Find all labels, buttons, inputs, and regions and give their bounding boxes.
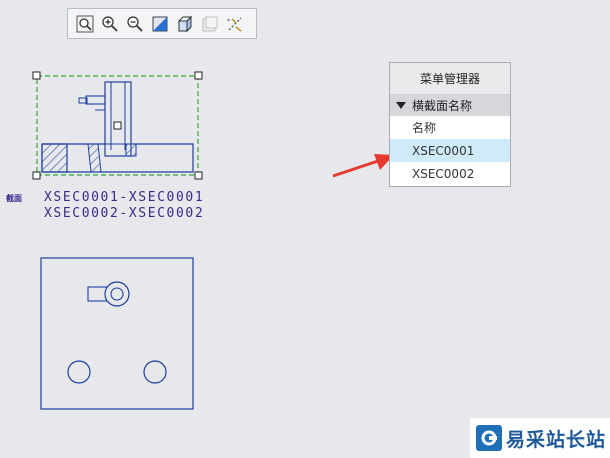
section-view[interactable] (32, 71, 203, 180)
menu-item-xsec0001[interactable]: XSEC0001 (390, 139, 510, 162)
annotation-arrow (332, 154, 394, 178)
resize-handle[interactable] (194, 71, 203, 80)
menu-group-header[interactable]: 横截面名称 (390, 95, 510, 116)
menu-item-name[interactable]: 名称 (390, 116, 510, 139)
move-handle[interactable] (113, 121, 122, 130)
watermark-text: 易采站长站 (506, 428, 607, 451)
menu-title: 菜单管理器 (390, 63, 510, 95)
resize-handle[interactable] (32, 71, 41, 80)
watermark-logo-icon (476, 425, 502, 451)
menu-item-xsec0002[interactable]: XSEC0002 (390, 162, 510, 185)
section-label-2: XSEC0002-XSEC0002 (44, 206, 205, 221)
resize-handle[interactable] (32, 171, 41, 180)
resize-handle[interactable] (194, 171, 203, 180)
top-view[interactable] (40, 257, 194, 410)
section-label-1: XSEC0001-XSEC0001 (44, 190, 205, 205)
drawing-canvas[interactable] (0, 0, 610, 458)
collapse-triangle-icon (396, 102, 406, 109)
section-caption: 截面 (6, 194, 22, 203)
menu-manager: 菜单管理器 横截面名称 名称 XSEC0001 XSEC0002 (389, 62, 511, 187)
section-labels: XSEC0001-XSEC0001 XSEC0002-XSEC0002 (44, 190, 204, 222)
watermark: 易采站长站 (470, 418, 610, 458)
menu-group-label: 横截面名称 (412, 99, 473, 113)
